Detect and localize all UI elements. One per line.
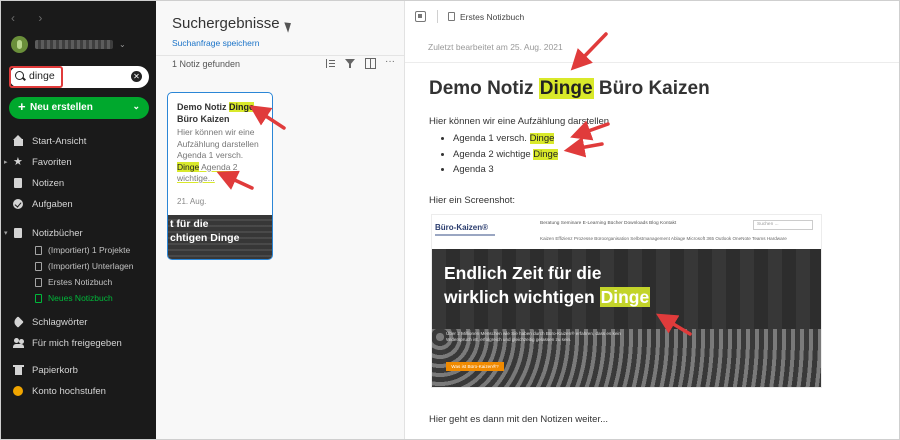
arrow-hero xyxy=(655,313,692,336)
arrow-card-title xyxy=(249,105,286,130)
arrow-bullet-1 xyxy=(570,120,610,141)
arrow-title xyxy=(570,32,608,71)
annotation-arrows xyxy=(216,32,692,336)
arrow-card-snippet xyxy=(216,170,254,190)
arrow-bullet-2 xyxy=(563,136,604,158)
